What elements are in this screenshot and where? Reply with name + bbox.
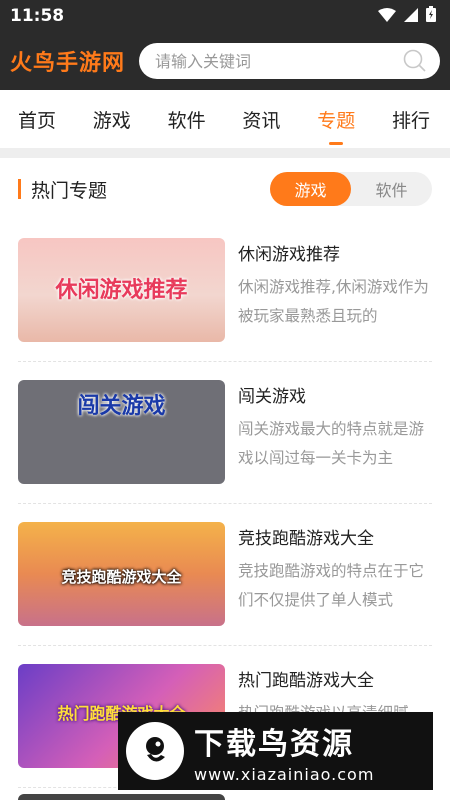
bird-logo-icon xyxy=(126,722,184,780)
item-body: 闯关游戏 闯关游戏最大的特点就是游戏以闯过每一关卡为主 xyxy=(238,380,432,503)
search-input[interactable] xyxy=(155,51,402,71)
watermark-title: 下载鸟资源 xyxy=(194,726,354,762)
status-bar: 11:58 xyxy=(0,0,450,32)
list-item[interactable]: 竞技跑酷游戏大全 竞技跑酷游戏大全 竞技跑酷游戏的特点在于它们不仅提供了单人模式 xyxy=(18,504,432,646)
item-title[interactable]: 竞技跑酷游戏大全 xyxy=(238,524,432,549)
section-title-wrap: 热门专题 xyxy=(18,176,107,203)
tab-topics[interactable]: 专题 xyxy=(317,90,355,148)
watermark-banner: 下载鸟资源 www.xiazainiao.com xyxy=(118,712,433,790)
app-logo[interactable]: 火鸟手游网 xyxy=(10,45,125,77)
search-box[interactable] xyxy=(139,43,440,79)
item-body: 竞技跑酷游戏大全 竞技跑酷游戏的特点在于它们不仅提供了单人模式 xyxy=(238,522,432,645)
topic-thumbnail[interactable]: 休闲游戏推荐 xyxy=(18,238,225,342)
thumbnail-caption: 闯关游戏 xyxy=(77,394,166,419)
search-icon[interactable] xyxy=(402,48,428,74)
tab-news[interactable]: 资讯 xyxy=(242,90,280,148)
thumbnail-caption: 休闲游戏推荐 xyxy=(55,278,188,303)
nav-tabs: 首页 游戏 软件 资讯 专题 排行 xyxy=(0,90,450,148)
list-item[interactable]: 休闲游戏推荐 休闲游戏推荐 休闲游戏推荐,休闲游戏作为被玩家最熟悉且玩的 xyxy=(18,220,432,362)
item-title[interactable]: 闯关游戏 xyxy=(238,382,432,407)
section-title: 热门专题 xyxy=(31,179,108,202)
item-title[interactable]: 休闲游戏推荐 xyxy=(238,240,432,265)
tab-rankings[interactable]: 排行 xyxy=(392,90,430,148)
watermark-text: 下载鸟资源 www.xiazainiao.com xyxy=(194,719,374,784)
signal-icon xyxy=(404,7,418,26)
topic-thumbnail[interactable]: 竞技跑酷游戏大全 xyxy=(18,522,225,626)
topic-thumbnail[interactable]: 闯关游戏 xyxy=(18,380,225,484)
item-body: 休闲游戏推荐 休闲游戏推荐,休闲游戏作为被玩家最熟悉且玩的 xyxy=(238,238,432,361)
tab-home[interactable]: 首页 xyxy=(18,90,56,148)
item-description: 休闲游戏推荐,休闲游戏作为被玩家最熟悉且玩的 xyxy=(238,278,429,325)
item-description: 竞技跑酷游戏的特点在于它们不仅提供了单人模式 xyxy=(238,562,425,609)
watermark-url: www.xiazainiao.com xyxy=(194,764,375,784)
category-toggle: 游戏 软件 xyxy=(270,172,432,206)
section-accent-bar xyxy=(18,179,21,199)
wifi-icon xyxy=(378,7,396,26)
app-header: 火鸟手游网 xyxy=(0,32,450,90)
list-item[interactable]: 闯关游戏 闯关游戏 闯关游戏最大的特点就是游戏以闯过每一关卡为主 xyxy=(18,362,432,504)
thumbnail-caption: 竞技跑酷游戏大全 xyxy=(61,568,182,586)
status-time: 11:58 xyxy=(10,6,65,26)
tab-games[interactable]: 游戏 xyxy=(93,90,131,148)
topic-list: 休闲游戏推荐 休闲游戏推荐 休闲游戏推荐,休闲游戏作为被玩家最熟悉且玩的 闯关游… xyxy=(0,220,450,788)
toggle-games[interactable]: 游戏 xyxy=(270,172,351,206)
battery-icon xyxy=(426,6,436,26)
tab-software[interactable]: 软件 xyxy=(168,90,206,148)
item-title[interactable]: 热门跑酷游戏大全 xyxy=(238,666,432,691)
divider-band xyxy=(0,148,450,158)
status-icons xyxy=(378,6,436,26)
partial-list-item xyxy=(18,794,225,800)
toggle-software[interactable]: 软件 xyxy=(351,172,432,206)
section-header: 热门专题 游戏 软件 xyxy=(0,158,450,220)
item-description: 闯关游戏最大的特点就是游戏以闯过每一关卡为主 xyxy=(238,420,425,467)
